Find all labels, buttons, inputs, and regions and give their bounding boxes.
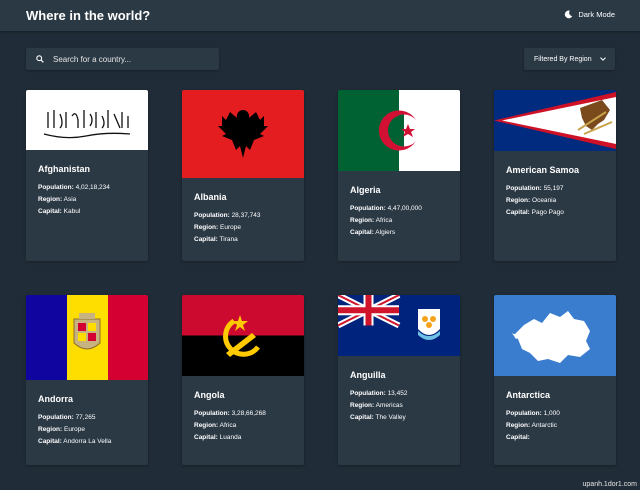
algeria-flag-image — [338, 90, 460, 171]
capital-row: Capital: Algiers — [350, 229, 396, 236]
region-row: Region: Africa — [194, 422, 237, 429]
capital-row: Capital: Andorra La Vella — [38, 438, 112, 445]
country-name: American Samoa — [506, 165, 580, 175]
watermark-text: upanh.1dor1.com — [582, 481, 637, 488]
andorra-flag-image — [26, 295, 148, 380]
country-name: Angola — [194, 390, 225, 400]
country-card[interactable]: Angola Population: 3,28,66,268 Region: A… — [182, 295, 304, 465]
capital-row: Capital: Kabul — [38, 208, 81, 215]
afghanistan-flag-image — [26, 90, 148, 150]
region-row: Region: Antarctic — [506, 422, 557, 429]
population-row: Population: 77,265 — [38, 414, 96, 421]
population-row: Population: 4,47,00,000 — [350, 205, 422, 212]
american-samoa-flag-image — [494, 90, 616, 151]
capital-row: Capital: The Valley — [350, 414, 406, 421]
albania-flag-image — [182, 90, 304, 178]
page-title: Where in the world? — [26, 8, 151, 23]
capital-row: Capital: Luanda — [194, 434, 242, 441]
capital-row: Capital: — [506, 434, 530, 441]
capital-row: Capital: Tirana — [194, 236, 238, 243]
country-name: Anguilla — [350, 370, 386, 380]
country-card[interactable]: Afghanistan Population: 4,02,18,234 Regi… — [26, 90, 148, 261]
dark-mode-label: Dark Mode — [578, 10, 615, 19]
population-row: Population: 4,02,18,234 — [38, 184, 110, 191]
app-header: Where in the world? Dark Mode — [0, 0, 640, 31]
chevron-down-icon — [600, 57, 606, 61]
population-row: Population: 3,28,66,268 — [194, 410, 266, 417]
region-row: Region: Asia — [38, 196, 77, 203]
search-icon — [36, 55, 44, 63]
country-name: Algeria — [350, 185, 381, 195]
search-input[interactable] — [51, 53, 205, 65]
dark-mode-toggle[interactable]: Dark Mode — [564, 10, 615, 19]
angola-flag-image — [182, 295, 304, 376]
country-name: Andorra — [38, 394, 74, 404]
region-row: Region: Americas — [350, 402, 403, 409]
country-card[interactable]: Albania Population: 28,37,743 Region: Eu… — [182, 90, 304, 261]
country-card[interactable]: American Samoa Population: 55,197 Region… — [494, 90, 616, 261]
region-filter-dropdown[interactable]: Filtered By Region — [524, 48, 615, 70]
country-card[interactable]: Andorra Population: 77,265 Region: Europ… — [26, 295, 148, 465]
population-row: Population: 55,197 — [506, 185, 564, 192]
antarctica-flag-image — [494, 295, 616, 376]
country-name: Antarctica — [506, 390, 551, 400]
capital-row: Capital: Pago Pago — [506, 209, 564, 216]
region-row: Region: Europe — [38, 426, 85, 433]
filter-label: Filtered By Region — [534, 55, 592, 63]
moon-icon — [565, 10, 573, 19]
region-row: Region: Oceania — [506, 197, 557, 204]
country-card[interactable]: Anguilla Population: 13,452 Region: Amer… — [338, 295, 460, 465]
search-bar[interactable] — [26, 48, 219, 70]
country-name: Albania — [194, 192, 227, 202]
population-row: Population: 13,452 — [350, 390, 408, 397]
region-row: Region: Europe — [194, 224, 241, 231]
region-row: Region: Africa — [350, 217, 393, 224]
anguilla-flag-image — [338, 295, 460, 356]
country-card[interactable]: Antarctica Population: 1,000 Region: Ant… — [494, 295, 616, 465]
population-row: Population: 1,000 — [506, 410, 560, 417]
country-name: Afghanistan — [38, 164, 91, 174]
population-row: Population: 28,37,743 — [194, 212, 261, 219]
country-card[interactable]: Algeria Population: 4,47,00,000 Region: … — [338, 90, 460, 261]
